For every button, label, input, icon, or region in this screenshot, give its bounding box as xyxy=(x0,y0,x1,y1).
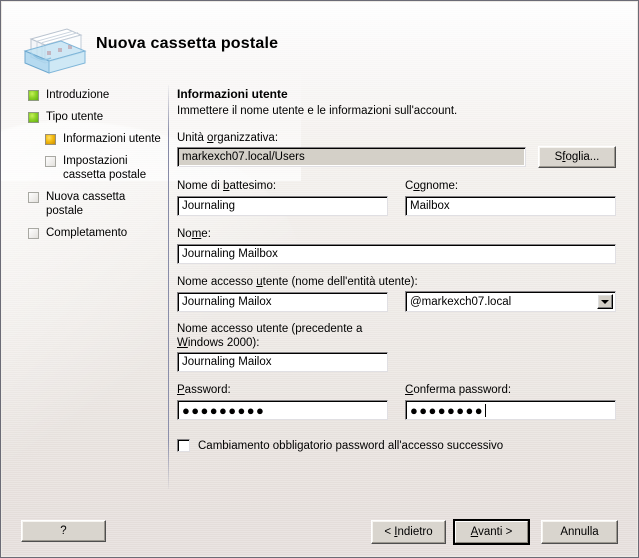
dialog-button-bar: ? < Indietro Avanti > Annulla xyxy=(1,506,638,556)
display-name-value: Journaling Mailbox xyxy=(182,248,278,260)
browse-button[interactable]: Sfoglia... xyxy=(538,146,616,168)
content-pane: Informazioni utente Immettere il nome ut… xyxy=(177,87,625,487)
sidebar-item-label: Introduzione xyxy=(46,89,110,101)
step-status-indicator-done xyxy=(28,90,39,101)
help-button[interactable]: ? xyxy=(21,520,106,542)
text-caret xyxy=(485,403,487,417)
upn-input[interactable]: Journaling Mailox xyxy=(177,292,388,312)
browse-button-label: Sfoglia... xyxy=(554,151,600,163)
password-input[interactable]: ●●●●●●●●● xyxy=(177,400,388,420)
last-name-label: Cognome: xyxy=(405,180,459,192)
password-label: Password: xyxy=(177,384,231,396)
must-change-password-checkbox-row[interactable]: Cambiamento obbligatorio password all'ac… xyxy=(177,439,503,452)
back-button[interactable]: < Indietro xyxy=(371,520,446,544)
mailbox-tray-icon xyxy=(17,23,89,75)
first-name-value: Journaling xyxy=(182,200,236,212)
upn-value: Journaling Mailox xyxy=(182,296,272,308)
dialog-header: Nuova cassetta postale xyxy=(1,2,638,76)
first-name-label: Nome di battesimo: xyxy=(177,180,277,192)
sidebar-item-tipo-utente[interactable]: Tipo utente xyxy=(28,111,103,125)
new-mailbox-wizard-dialog: Nuova cassetta postale Introduzione Tipo… xyxy=(0,0,639,558)
last-name-value: Mailbox xyxy=(410,200,450,212)
next-button-label: Avanti > xyxy=(470,526,513,538)
next-button[interactable]: Avanti > xyxy=(453,519,530,545)
display-name-label: Nome: xyxy=(177,228,211,240)
upn-suffix-value: @markexch07.local xyxy=(410,295,512,308)
sam-input[interactable]: Journaling Mailox xyxy=(177,352,388,372)
help-button-label: ? xyxy=(60,525,67,537)
sidebar-item-informazioni-utente[interactable]: Informazioni utente xyxy=(45,133,161,147)
back-button-label: < Indietro xyxy=(384,526,433,538)
last-name-input[interactable]: Mailbox xyxy=(405,196,616,216)
ou-value: markexch07.local/Users xyxy=(182,151,305,163)
sidebar-item-impostazioni-cassetta-postale[interactable]: Impostazioni cassetta postale xyxy=(45,155,146,182)
confirm-password-label: Conferma password: xyxy=(405,384,512,396)
sidebar-item-label: Nuova cassetta postale xyxy=(46,191,126,217)
pane-title: Informazioni utente xyxy=(177,87,288,101)
ou-input[interactable]: markexch07.local/Users xyxy=(177,147,526,167)
sidebar-content-separator xyxy=(168,85,169,489)
must-change-password-label: Cambiamento obbligatorio password all'ac… xyxy=(198,439,504,452)
upn-suffix-combobox[interactable]: @markexch07.local xyxy=(405,291,616,312)
wizard-steps-sidebar: Introduzione Tipo utente Informazioni ut… xyxy=(1,79,167,487)
must-change-password-checkbox[interactable] xyxy=(177,439,190,452)
step-status-indicator-done xyxy=(28,112,39,123)
chevron-down-icon[interactable] xyxy=(597,294,613,309)
sam-value: Journaling Mailox xyxy=(182,356,272,368)
sam-label: Nome accesso utente (precedente a Window… xyxy=(177,323,363,349)
step-status-indicator-pending xyxy=(28,192,39,203)
sidebar-item-nuova-cassetta-postale[interactable]: Nuova cassetta postale xyxy=(28,191,125,218)
confirm-password-value: ●●●●●●●● xyxy=(410,402,485,418)
display-name-input[interactable]: Journaling Mailbox xyxy=(177,244,616,264)
upn-label: Nome accesso utente (nome dell'entità ut… xyxy=(177,276,418,288)
step-status-indicator-current xyxy=(45,134,56,145)
sidebar-item-label: Impostazioni cassetta postale xyxy=(63,155,147,181)
sidebar-item-label: Tipo utente xyxy=(46,111,104,123)
step-status-indicator-pending xyxy=(45,156,56,167)
confirm-password-input[interactable]: ●●●●●●●● xyxy=(405,400,616,420)
cancel-button-label: Annulla xyxy=(560,526,599,538)
ou-label: Unità organizzativa: xyxy=(177,132,279,144)
pane-subtitle: Immettere il nome utente e le informazio… xyxy=(177,105,458,117)
step-status-indicator-pending xyxy=(28,228,39,239)
sidebar-item-label: Completamento xyxy=(46,227,128,239)
sidebar-item-completamento[interactable]: Completamento xyxy=(28,227,127,241)
next-button-inner: Avanti > xyxy=(455,521,528,543)
cancel-button[interactable]: Annulla xyxy=(541,520,618,544)
sidebar-item-introduzione[interactable]: Introduzione xyxy=(28,89,109,103)
page-title: Nuova cassetta postale xyxy=(96,35,279,52)
sidebar-item-label: Informazioni utente xyxy=(63,133,161,145)
first-name-input[interactable]: Journaling xyxy=(177,196,388,216)
password-value: ●●●●●●●●● xyxy=(182,402,266,418)
